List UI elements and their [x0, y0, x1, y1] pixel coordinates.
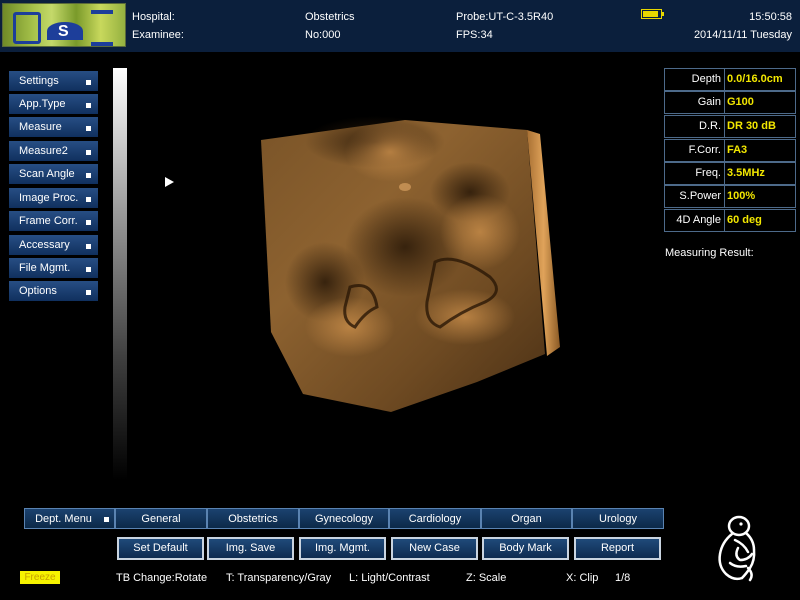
tab-label: Urology	[599, 513, 637, 525]
tab-urology[interactable]: Urology	[572, 508, 664, 529]
menu-label: Frame Corr.	[19, 215, 78, 227]
menu-label: Measure2	[19, 145, 68, 157]
menu-file-mgmt[interactable]: File Mgmt.	[8, 257, 99, 279]
menu-frame-corr[interactable]: Frame Corr.	[8, 210, 99, 232]
param-value: 60 deg	[727, 214, 762, 226]
tab-label: Dept. Menu	[35, 513, 92, 525]
exam-type: Obstetrics	[305, 11, 355, 23]
menu-label: Image Proc.	[19, 192, 79, 204]
menu-indicator-icon	[86, 80, 91, 85]
patient-number: No:000	[305, 29, 341, 41]
param-name: D.R.	[699, 120, 721, 132]
status-light-contrast: L: Light/Contrast	[349, 572, 430, 584]
param-name: Freq.	[695, 167, 721, 179]
date-display: 2014/11/11 Tuesday	[693, 29, 792, 41]
tab-cardiology[interactable]: Cardiology	[389, 508, 481, 529]
battery-icon	[641, 9, 664, 19]
menu-app-type[interactable]: App.Type	[8, 93, 99, 115]
menu-indicator-icon	[104, 517, 109, 522]
brand-logo: S	[2, 3, 126, 47]
param-name: Depth	[691, 73, 721, 85]
set-default-button[interactable]: Set Default	[117, 537, 204, 560]
menu-label: Scan Angle	[19, 168, 75, 180]
tab-label: Organ	[511, 513, 542, 525]
param-value: 3.5MHz	[727, 167, 765, 179]
menu-label: File Mgmt.	[19, 262, 71, 274]
param-value: FA3	[727, 144, 748, 156]
param-frequency[interactable]: Freq. 3.5MHz	[664, 162, 796, 185]
menu-indicator-icon	[86, 220, 91, 225]
status-tb-change: TB Change:Rotate	[116, 572, 208, 584]
body-mark-button[interactable]: Body Mark	[482, 537, 569, 560]
measuring-result-label: Measuring Result:	[665, 247, 754, 259]
tab-dept-menu[interactable]: Dept. Menu	[24, 508, 115, 529]
image-save-button[interactable]: Img. Save	[207, 537, 294, 560]
menu-options[interactable]: Options	[8, 280, 99, 302]
menu-indicator-icon	[86, 290, 91, 295]
menu-indicator-icon	[86, 173, 91, 178]
status-page: 1/8	[615, 572, 631, 584]
param-frame-correlation[interactable]: F.Corr. FA3	[664, 139, 796, 162]
menu-image-proc[interactable]: Image Proc.	[8, 187, 99, 209]
menu-indicator-icon	[86, 267, 91, 272]
menu-scan-angle[interactable]: Scan Angle	[8, 163, 99, 185]
ultrasound-3d-image	[261, 116, 560, 412]
new-case-button[interactable]: New Case	[391, 537, 478, 560]
param-name: F.Corr.	[688, 144, 721, 156]
menu-label: Settings	[19, 75, 59, 87]
param-value: 100%	[727, 190, 756, 202]
image-management-button[interactable]: Img. Mgmt.	[299, 537, 386, 560]
menu-label: Accessary	[19, 239, 70, 251]
status-clip: X: Clip	[566, 572, 599, 584]
fps-readout: FPS:34	[456, 29, 493, 41]
param-dynamic-range[interactable]: D.R. DR 30 dB	[664, 115, 796, 138]
tab-obstetrics[interactable]: Obstetrics	[207, 508, 299, 529]
param-value: G100	[727, 96, 754, 108]
param-sound-power[interactable]: S.Power 100%	[664, 185, 796, 208]
menu-label: App.Type	[19, 98, 66, 110]
param-name: Gain	[697, 96, 721, 108]
clock-time: 15:50:58	[749, 11, 792, 23]
tab-general[interactable]: General	[115, 508, 207, 529]
menu-indicator-icon	[86, 126, 91, 131]
hospital-label: Hospital:	[132, 11, 175, 23]
tab-label: General	[141, 513, 181, 525]
top-header-bar: S Hospital: Examinee: Obstetrics No:000 …	[0, 0, 800, 52]
param-name: S.Power	[679, 190, 721, 202]
param-gain[interactable]: Gain G100	[664, 91, 796, 114]
status-scale: Z: Scale	[466, 572, 507, 584]
freeze-indicator[interactable]: Freeze	[20, 571, 60, 584]
probe-info: Probe:UT-C-3.5R40	[456, 11, 554, 23]
tab-gynecology[interactable]: Gynecology	[299, 508, 389, 529]
menu-accessary[interactable]: Accessary	[8, 234, 99, 256]
menu-indicator-icon	[86, 197, 91, 202]
param-value: DR 30 dB	[727, 120, 776, 132]
menu-label: Measure	[19, 121, 62, 133]
tab-label: Cardiology	[408, 513, 462, 525]
menu-indicator-icon	[86, 150, 91, 155]
tab-label: Obstetrics	[228, 513, 278, 525]
menu-label: Options	[19, 285, 57, 297]
grayscale-bar	[113, 68, 127, 480]
menu-settings[interactable]: Settings	[8, 70, 99, 92]
menu-measure[interactable]: Measure	[8, 116, 99, 138]
param-value: 0.0/16.0cm	[727, 73, 783, 85]
tab-label: Gynecology	[314, 513, 374, 525]
menu-indicator-icon	[86, 103, 91, 108]
tab-organ[interactable]: Organ	[481, 508, 572, 529]
menu-measure2[interactable]: Measure2	[8, 140, 99, 162]
param-name: 4D Angle	[676, 214, 721, 226]
param-4d-angle[interactable]: 4D Angle 60 deg	[664, 209, 796, 232]
report-button[interactable]: Report	[574, 537, 661, 560]
status-transparency: T: Transparency/Gray	[226, 572, 332, 584]
menu-indicator-icon	[86, 244, 91, 249]
examinee-label: Examinee:	[132, 29, 184, 41]
pointer-arrow-icon	[165, 177, 174, 187]
param-depth[interactable]: Depth 0.0/16.0cm	[664, 68, 796, 91]
fetus-body-mark-icon[interactable]	[708, 508, 788, 588]
